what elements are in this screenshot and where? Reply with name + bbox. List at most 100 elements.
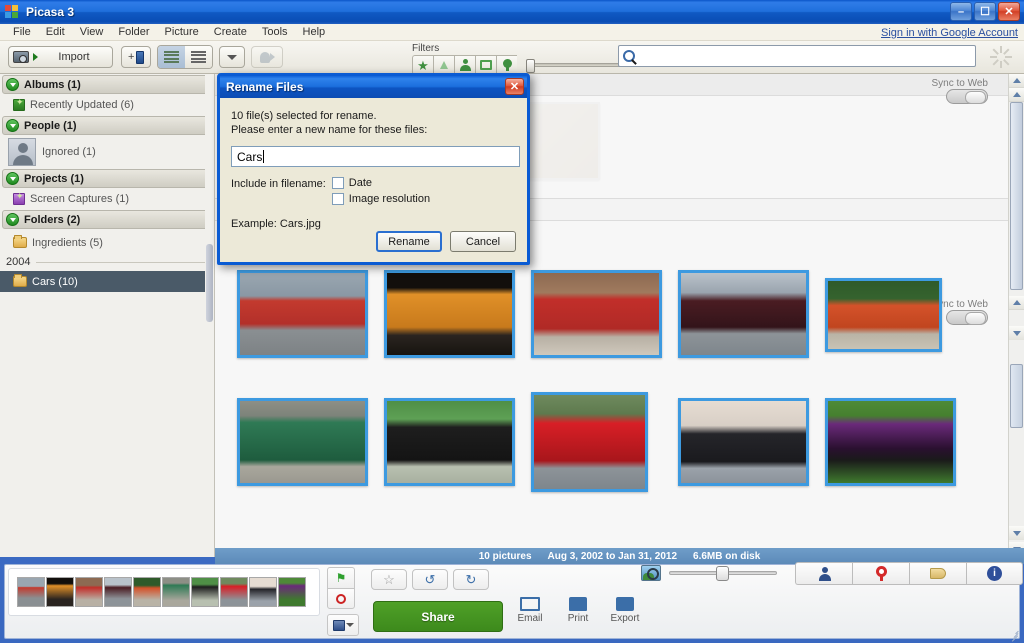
sidebar-section-people[interactable]: People (1) (2, 116, 212, 135)
zoom-slider[interactable] (669, 566, 777, 581)
menu-picture[interactable]: Picture (158, 25, 206, 39)
menu-create[interactable]: Create (207, 25, 254, 39)
scroll-top-button[interactable] (1009, 74, 1024, 88)
filmstrip-thumb[interactable] (17, 577, 45, 607)
minimize-button[interactable]: – (950, 2, 972, 21)
filmstrip-thumb[interactable] (220, 577, 248, 607)
menu-view[interactable]: View (73, 25, 111, 39)
photo-green-cadillac[interactable] (237, 398, 368, 486)
menu-edit[interactable]: Edit (39, 25, 72, 39)
resolution-checkbox[interactable] (331, 193, 344, 205)
sidebar-section-albums[interactable]: Albums (1) (2, 75, 212, 94)
video-filter-button[interactable] (475, 55, 496, 75)
scroll-up-button[interactable] (1009, 88, 1024, 102)
filmstrip-thumb[interactable] (249, 577, 277, 607)
share-button[interactable]: Share (373, 601, 503, 632)
email-button[interactable]: Email (505, 597, 555, 624)
detail-view-button[interactable] (185, 46, 212, 68)
rename-input-wrapper[interactable]: Cars (231, 146, 520, 167)
checkbox-row-resolution[interactable]: Image resolution (331, 193, 430, 205)
tray-dropdown-button[interactable] (327, 614, 359, 636)
search-box[interactable] (618, 45, 976, 67)
filmstrip-thumb[interactable] (46, 577, 74, 607)
maximize-button[interactable]: ☐ (974, 2, 996, 21)
rename-files-dialog: Rename Files ✕ 10 file(s) selected for r… (217, 73, 530, 265)
photo-antique-tourer[interactable] (678, 398, 809, 486)
menu-folder[interactable]: Folder (111, 25, 156, 39)
export-button[interactable]: Export (600, 597, 650, 624)
scrollbar-thumb-lower[interactable] (1010, 364, 1023, 428)
sidebar-section-projects[interactable]: Projects (1) (2, 169, 212, 188)
scrollbar-thumb-upper[interactable] (1010, 102, 1023, 290)
photo-purple-hotrod[interactable] (825, 398, 956, 486)
sidebar-scrollbar-thumb[interactable] (206, 244, 213, 322)
face-filter-button[interactable] (454, 55, 475, 75)
search-input[interactable] (640, 50, 975, 62)
info-button[interactable]: i (966, 562, 1023, 585)
sync-to-web-toggle[interactable] (946, 310, 988, 325)
people-tag-button[interactable] (251, 46, 283, 68)
cancel-button[interactable]: Cancel (450, 231, 516, 252)
year-label: 2004 (6, 256, 31, 268)
menu-tools[interactable]: Tools (255, 25, 295, 39)
view-dropdown-button[interactable] (219, 46, 245, 68)
star-button[interactable]: ☆ (371, 569, 407, 590)
checkbox-row-date[interactable]: Date (331, 177, 430, 189)
dialog-close-button[interactable]: ✕ (505, 78, 524, 95)
sign-in-link[interactable]: Sign in with Google Account (881, 27, 1018, 39)
photo-red-viper[interactable] (531, 392, 648, 492)
filter-slider-knob[interactable] (526, 59, 535, 73)
divider (36, 261, 206, 263)
scroll-down-button[interactable] (1009, 526, 1024, 540)
video-icon (480, 60, 492, 70)
filmstrip-thumb[interactable] (104, 577, 132, 607)
photo-scrollbar[interactable] (1008, 74, 1024, 557)
photo-orange-gto[interactable] (384, 270, 515, 358)
sidebar-item-recently-updated[interactable]: Recently Updated (6) (0, 94, 214, 115)
filmstrip[interactable] (8, 568, 320, 616)
clear-tray-button[interactable] (327, 588, 355, 609)
photo-black-model-t[interactable] (384, 398, 515, 486)
filmstrip-thumb[interactable] (75, 577, 103, 607)
sidebar-section-label: Folders (2) (24, 213, 81, 226)
filmstrip-thumb[interactable] (278, 577, 306, 607)
rename-button[interactable]: Rename (376, 231, 442, 252)
thumbnail-view-button[interactable] (158, 46, 185, 68)
sidebar-item-cars[interactable]: Cars (10) (0, 271, 214, 292)
photo-red-bel-air[interactable] (531, 270, 662, 358)
photo-orange-chevelle[interactable] (825, 278, 942, 352)
menu-file[interactable]: File (6, 25, 38, 39)
star-filter-button[interactable]: ★ (412, 55, 433, 75)
sidebar-item-screen-captures[interactable]: Screen Captures (1) (0, 188, 214, 209)
photo-maroon-chevy[interactable] (678, 270, 809, 358)
date-checkbox[interactable] (331, 177, 344, 189)
tags-button[interactable] (909, 562, 966, 585)
rotate-left-button[interactable]: ↺ (412, 569, 448, 590)
scroll-mid-up-button[interactable] (1009, 296, 1024, 310)
rotate-left-icon: ↺ (424, 571, 436, 587)
folder-icon (13, 235, 27, 248)
menu-help[interactable]: Help (296, 25, 333, 39)
pin-button[interactable]: ⚑ (327, 567, 355, 588)
filmstrip-thumb[interactable] (191, 577, 219, 607)
filter-buttons: ★ (412, 55, 637, 75)
photo-red-chevelle[interactable] (237, 270, 368, 358)
sidebar-item-ignored[interactable]: Ignored (1) (0, 135, 214, 168)
add-album-button[interactable]: + (121, 46, 151, 68)
geotag-button[interactable] (852, 562, 909, 585)
resize-grip[interactable] (1009, 629, 1021, 642)
sidebar-section-folders[interactable]: Folders (2) (2, 210, 212, 229)
import-button[interactable]: Import (8, 46, 113, 68)
upload-filter-button[interactable] (433, 55, 454, 75)
filmstrip-thumb[interactable] (133, 577, 161, 607)
sidebar-scrollbar[interactable] (205, 74, 214, 557)
filmstrip-thumb[interactable] (162, 577, 190, 607)
rotate-right-button[interactable]: ↻ (453, 569, 489, 590)
scroll-mid-down-button[interactable] (1009, 326, 1024, 340)
close-button[interactable]: ✕ (998, 2, 1020, 21)
zoom-slider-knob[interactable] (716, 566, 729, 581)
person-tag-button[interactable] (795, 562, 852, 585)
print-button[interactable]: Print (553, 597, 603, 624)
geotag-filter-button[interactable] (496, 55, 517, 75)
sidebar-item-ingredients[interactable]: Ingredients (5) (0, 232, 214, 253)
